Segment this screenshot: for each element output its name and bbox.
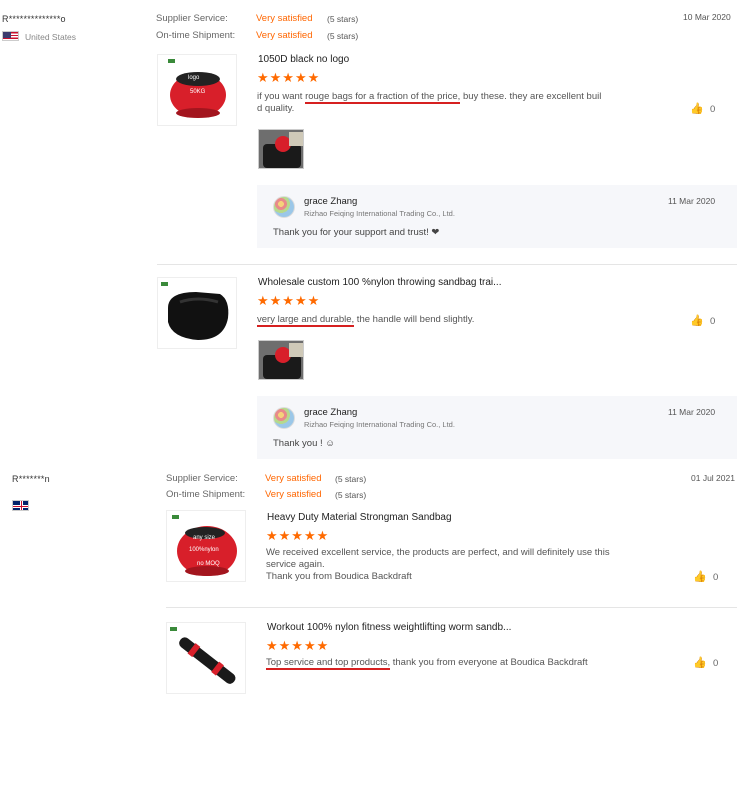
divider xyxy=(166,607,737,608)
supplier-reply: grace Zhang Rizhao Feiqing International… xyxy=(257,396,737,459)
review-date: 01 Jul 2021 xyxy=(691,473,735,483)
replier-name: grace Zhang xyxy=(304,196,358,207)
thumbs-up-icon[interactable]: 👍 xyxy=(690,314,704,327)
like-count: 0 xyxy=(710,104,716,115)
supplier-service-label: Supplier Service: xyxy=(166,473,238,484)
review-date: 10 Mar 2020 xyxy=(683,12,731,22)
like-count: 0 xyxy=(710,316,716,327)
product-title[interactable]: 1050D black no logo xyxy=(258,54,349,65)
supplier-service-label: Supplier Service: xyxy=(156,13,228,24)
review-text: very large and durable, the handle will … xyxy=(257,314,475,327)
product-title[interactable]: Workout 100% nylon fitness weightlifting… xyxy=(267,622,511,633)
reply-text: Thank you for your support and trust! ❤ xyxy=(273,227,440,238)
thumb-label-mid: 100%nylon xyxy=(189,547,219,553)
reviewer-name: R*******n xyxy=(12,474,50,484)
product-thumbnail[interactable] xyxy=(157,277,237,349)
review-photo[interactable] xyxy=(258,340,304,380)
rating-stars: ★★★★★ xyxy=(266,638,330,653)
review-text: if you want rouge bags for a fraction of… xyxy=(257,91,602,114)
review-photo[interactable] xyxy=(258,129,304,169)
uk-flag-icon xyxy=(12,500,29,511)
shipment-value: Very satisfied xyxy=(256,30,313,41)
thumbs-up-icon[interactable]: 👍 xyxy=(693,570,707,583)
avatar xyxy=(273,196,295,218)
product-thumbnail[interactable] xyxy=(166,622,246,694)
replier-name: grace Zhang xyxy=(304,407,358,418)
shipment-label: On-time Shipment: xyxy=(166,489,246,500)
divider xyxy=(157,264,737,265)
rating-stars: ★★★★★ xyxy=(257,293,321,308)
product-title[interactable]: Heavy Duty Material Strongman Sandbag xyxy=(267,512,452,523)
reviewer-name: R**************o xyxy=(2,14,66,24)
shipment-stars: (5 stars) xyxy=(327,31,359,41)
thumbs-up-icon[interactable]: 👍 xyxy=(690,102,704,115)
reply-date: 11 Mar 2020 xyxy=(668,196,716,206)
us-flag-icon xyxy=(2,31,19,41)
replier-company: Rizhao Feiqing International Trading Co.… xyxy=(304,209,455,218)
product-title[interactable]: Wholesale custom 100 %nylon throwing san… xyxy=(258,277,501,288)
rating-stars: ★★★★★ xyxy=(257,70,321,85)
supplier-service-stars: (5 stars) xyxy=(335,474,367,484)
thumb-label-bottom: 50KG xyxy=(190,89,206,95)
reply-date: 11 Mar 2020 xyxy=(668,407,716,417)
like-count: 0 xyxy=(713,572,719,583)
review-text: We received excellent service, the produ… xyxy=(266,547,610,582)
thumb-label-top: logo xyxy=(188,75,200,81)
supplier-service-stars: (5 stars) xyxy=(327,14,359,24)
thumbs-up-icon[interactable]: 👍 xyxy=(693,656,707,669)
like-count: 0 xyxy=(713,658,719,669)
rating-stars: ★★★★★ xyxy=(266,528,330,543)
shipment-label: On-time Shipment: xyxy=(156,30,236,41)
review-text: Top service and top products, thank you … xyxy=(266,657,588,670)
shipment-value: Very satisfied xyxy=(265,489,322,500)
supplier-service-value: Very satisfied xyxy=(265,473,322,484)
thumb-label-top: any size xyxy=(193,535,216,541)
supplier-reply: grace Zhang Rizhao Feiqing International… xyxy=(257,185,737,248)
reviewer-country: United States xyxy=(25,32,77,42)
supplier-service-value: Very satisfied xyxy=(256,13,313,24)
thumb-label-bottom: no MOQ xyxy=(197,561,220,567)
product-thumbnail[interactable]: any size 100%nylon no MOQ xyxy=(166,510,246,582)
product-thumbnail[interactable]: logo 50KG xyxy=(157,54,237,126)
reply-text: Thank you ! ☺ xyxy=(273,438,335,449)
replier-company: Rizhao Feiqing International Trading Co.… xyxy=(304,420,455,429)
avatar xyxy=(273,407,295,429)
shipment-stars: (5 stars) xyxy=(335,490,367,500)
